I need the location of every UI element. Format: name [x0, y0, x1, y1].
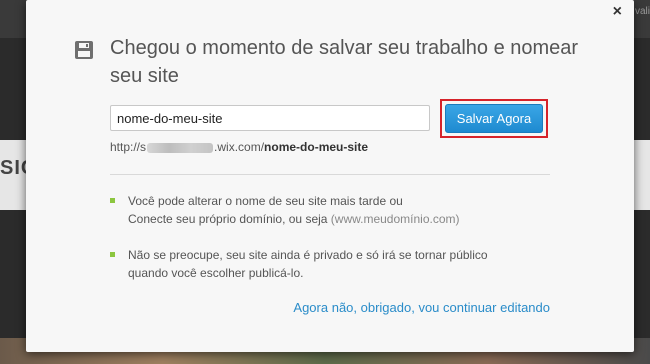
site-name-input[interactable]	[110, 105, 430, 131]
bullet-line: Não se preocupe, seu site ainda é privad…	[128, 248, 488, 262]
url-domain: .wix.com/	[214, 140, 265, 154]
domain-example: (www.meudomínio.com)	[330, 212, 460, 226]
url-prefix: http://s	[110, 140, 147, 154]
background-right-band	[634, 140, 650, 210]
save-site-dialog: × Chegou o momento de salvar seu trabalh…	[26, 0, 634, 352]
bullet-line: quando você escolher publicá-lo.	[128, 266, 304, 280]
continue-editing-link[interactable]: Agora não, obrigado, vou continuar edita…	[293, 300, 550, 315]
url-site-name: nome-do-meu-site	[264, 140, 369, 154]
bullet-icon	[110, 252, 115, 257]
redacted-username	[147, 142, 214, 153]
floppy-disk-icon	[75, 41, 93, 59]
bullet-line-text: Conecte seu próprio domínio, ou seja	[128, 212, 331, 226]
background-right-text: vali	[634, 6, 650, 17]
save-now-button[interactable]: Salvar Agora	[445, 104, 543, 133]
close-icon[interactable]: ×	[613, 4, 622, 20]
dialog-title: Chegou o momento de salvar seu trabalho …	[110, 37, 579, 87]
divider	[110, 174, 550, 175]
info-bullet-rename: Você pode alterar o nome de seu site mai…	[110, 192, 550, 228]
info-bullet-private: Não se preocupe, seu site ainda é privad…	[110, 246, 550, 282]
bullet-icon	[110, 198, 115, 203]
bullet-line: Você pode alterar o nome de seu site mai…	[128, 194, 403, 208]
bullet-line: Conecte seu próprio domínio, ou seja (ww…	[128, 210, 550, 228]
site-url-preview: http://s .wix.com/nome-do-meu-site	[110, 140, 368, 154]
